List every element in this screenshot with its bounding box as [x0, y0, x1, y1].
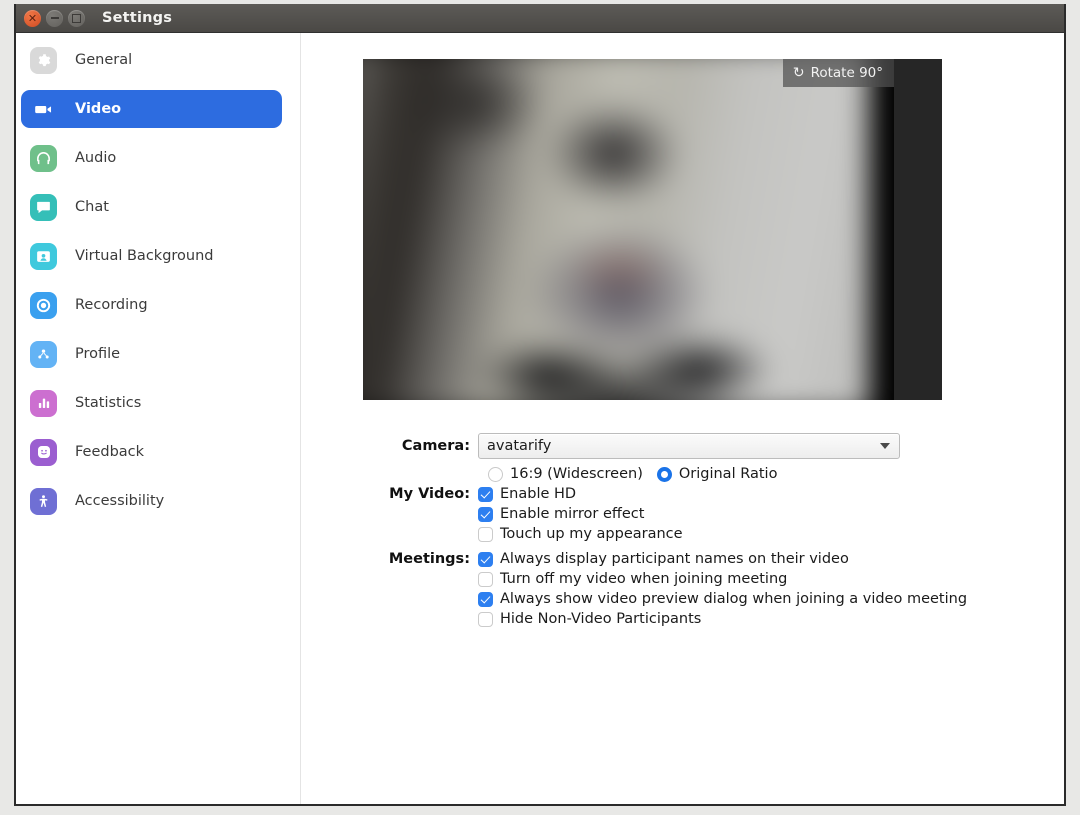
bar-chart-icon — [30, 389, 57, 417]
sidebar-item-label: Video — [75, 101, 122, 117]
radio-label: 16:9 (Widescreen) — [510, 466, 643, 482]
checkbox-label: Enable mirror effect — [500, 506, 645, 522]
checkbox-label: Hide Non-Video Participants — [500, 611, 702, 627]
checkbox-enable-mirror-effect[interactable]: Enable mirror effect — [478, 506, 644, 522]
sidebar-item-feedback[interactable]: Feedback — [21, 433, 282, 471]
sidebar-item-label: Chat — [75, 199, 109, 215]
checkbox-label: Touch up my appearance — [500, 526, 683, 542]
checkbox-touch-up-my-appearance[interactable]: Touch up my appearance — [478, 526, 683, 542]
video-settings-form: Camera: avatarify . 16:9 (Widescreen) — [301, 433, 1064, 631]
sidebar-item-profile[interactable]: Profile — [21, 335, 282, 373]
checkbox-indicator — [478, 526, 493, 542]
checkbox-enable-hd[interactable]: Enable HD — [478, 486, 576, 502]
profile-dots-icon — [30, 340, 57, 368]
sidebar-item-label: Statistics — [75, 395, 142, 411]
my-video-row-2: . Enable mirror effect — [301, 506, 1064, 522]
checkbox-label: Turn off my video when joining meeting — [500, 571, 788, 587]
meetings-row-2: . Turn off my video when joining meeting — [301, 571, 1064, 587]
meetings-row-1: Meetings: Always display participant nam… — [301, 551, 1064, 567]
chat-bubble-icon — [30, 193, 57, 221]
gear-icon — [30, 46, 57, 74]
sidebar-item-audio[interactable]: Audio — [21, 139, 282, 177]
person-card-icon — [30, 242, 57, 270]
settings-sidebar: General Video Audio Chat Virtual Backgro… — [16, 33, 301, 804]
sidebar-item-general[interactable]: General — [21, 41, 282, 79]
close-button[interactable]: ✕ — [24, 9, 41, 27]
smiley-face-icon — [30, 438, 57, 466]
headphones-icon — [30, 144, 57, 172]
sidebar-item-label: Audio — [75, 150, 117, 166]
sidebar-item-label: Feedback — [75, 444, 145, 460]
sidebar-item-label: Recording — [75, 297, 148, 313]
camera-feed-image — [363, 59, 870, 400]
checkbox-label: Always display participant names on thei… — [500, 551, 849, 567]
checkbox-label: Always show video preview dialog when jo… — [500, 591, 968, 607]
sidebar-item-statistics[interactable]: Statistics — [21, 384, 282, 422]
sidebar-item-recording[interactable]: Recording — [21, 286, 282, 324]
window-titlebar: ✕ Settings — [16, 4, 1064, 33]
checkbox-indicator — [478, 506, 493, 522]
checkbox-always-show-video-preview-dialog[interactable]: Always show video preview dialog when jo… — [478, 591, 967, 607]
video-preview: ↻ Rotate 90° — [363, 59, 942, 400]
chevron-down-icon — [880, 443, 890, 449]
my-video-row-3: . Touch up my appearance — [301, 526, 1064, 542]
video-letterbox-bar — [894, 59, 942, 400]
radio-16-9-widescreen[interactable]: 16:9 (Widescreen) — [488, 466, 643, 482]
window-body: General Video Audio Chat Virtual Backgro… — [16, 33, 1064, 804]
meetings-row-4: . Hide Non-Video Participants — [301, 611, 1064, 627]
sidebar-item-label: Accessibility — [75, 493, 165, 509]
record-circle-icon — [30, 291, 57, 319]
meetings-row-3: . Always show video preview dialog when … — [301, 591, 1064, 607]
checkbox-label: Enable HD — [500, 486, 577, 502]
sidebar-item-label: Profile — [75, 346, 121, 362]
my-video-label: My Video: — [389, 486, 470, 502]
radio-indicator — [488, 466, 503, 482]
camera-label: Camera: — [401, 438, 470, 454]
maximize-button[interactable] — [68, 9, 85, 27]
window-title: Settings — [102, 10, 173, 26]
camera-row: Camera: avatarify — [301, 433, 1064, 459]
video-camera-icon — [30, 96, 57, 123]
settings-window: ✕ Settings General Video Audio Chat Virt… — [14, 4, 1066, 806]
sidebar-item-chat[interactable]: Chat — [21, 188, 282, 226]
radio-label: Original Ratio — [678, 466, 778, 482]
radio-indicator — [656, 466, 672, 482]
rotate-ccw-icon: ↻ — [792, 65, 805, 81]
checkbox-turn-off-my-video-when-joining[interactable]: Turn off my video when joining meeting — [478, 571, 787, 587]
settings-main-pane: ↻ Rotate 90° Camera: avatarify . — [301, 33, 1064, 804]
checkbox-indicator — [478, 611, 493, 627]
sidebar-item-virtual-background[interactable]: Virtual Background — [21, 237, 282, 275]
checkbox-indicator — [478, 571, 493, 587]
camera-select-value: avatarify — [487, 438, 552, 454]
radio-original-ratio[interactable]: Original Ratio — [656, 466, 778, 482]
sidebar-item-video[interactable]: Video — [21, 90, 282, 128]
meetings-label: Meetings: — [388, 551, 470, 567]
sidebar-item-label: Virtual Background — [75, 248, 214, 264]
minimize-button[interactable] — [46, 9, 63, 27]
rotate-button-label: Rotate 90° — [810, 65, 883, 81]
checkbox-indicator — [478, 486, 493, 502]
sidebar-item-label: General — [75, 52, 133, 68]
checkbox-indicator — [478, 591, 493, 607]
my-video-row-1: My Video: Enable HD — [301, 486, 1064, 502]
rotate-90-button[interactable]: ↻ Rotate 90° — [782, 59, 894, 87]
accessibility-icon — [30, 487, 57, 515]
aspect-ratio-row: . 16:9 (Widescreen) Original Ratio — [301, 466, 1064, 482]
checkbox-indicator — [478, 551, 493, 567]
window-controls: ✕ — [24, 9, 85, 27]
checkbox-always-display-participant-names[interactable]: Always display participant names on thei… — [478, 551, 849, 567]
camera-select[interactable]: avatarify — [478, 433, 900, 459]
checkbox-hide-non-video-participants[interactable]: Hide Non-Video Participants — [478, 611, 701, 627]
sidebar-item-accessibility[interactable]: Accessibility — [21, 482, 282, 520]
